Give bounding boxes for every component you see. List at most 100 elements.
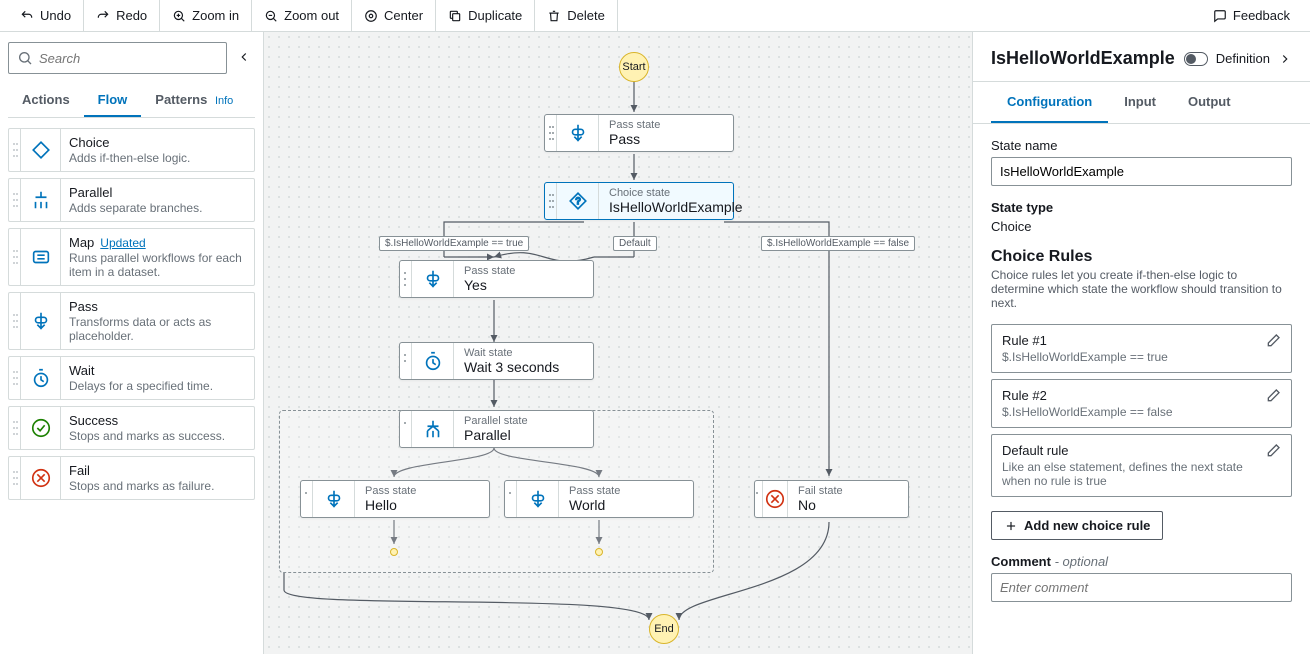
node-type: Fail state <box>798 485 898 497</box>
node-wait[interactable]: Wait stateWait 3 seconds <box>399 342 594 380</box>
delete-button[interactable]: Delete <box>535 0 618 31</box>
end-node[interactable]: End <box>649 614 679 644</box>
node-hello[interactable]: Pass stateHello <box>300 480 490 518</box>
flow-item-choice[interactable]: Choice Adds if-then-else logic. <box>8 128 255 172</box>
rule-box-2[interactable]: Default rule Like an else statement, def… <box>991 434 1292 497</box>
parallel-icon <box>21 179 61 221</box>
node-name: No <box>798 497 898 513</box>
state-name-input[interactable] <box>991 157 1292 186</box>
tab-output[interactable]: Output <box>1172 82 1247 123</box>
node-parallel[interactable]: Parallel stateParallel <box>399 410 594 448</box>
flow-item-success[interactable]: Success Stops and marks as success. <box>8 406 255 450</box>
node-choice[interactable]: ? Choice stateIsHelloWorldExample <box>544 182 734 220</box>
node-name: IsHelloWorldExample <box>609 199 723 215</box>
undo-button[interactable]: Undo <box>8 0 84 31</box>
wait-icon <box>412 343 454 379</box>
node-type: Pass state <box>365 485 479 497</box>
pass-icon <box>517 481 559 517</box>
panel-tabs: Configuration Input Output <box>973 82 1310 124</box>
flow-item-wait[interactable]: Wait Delays for a specified time. <box>8 356 255 400</box>
grip-icon <box>545 183 557 219</box>
inspector-panel: IsHelloWorldExample Definition Configura… <box>972 32 1310 654</box>
collapse-sidebar-button[interactable] <box>233 46 255 71</box>
branch-end-dot <box>595 548 603 556</box>
flow-item-desc: Runs parallel workflows for each item in… <box>69 251 246 279</box>
definition-toggle[interactable]: Definition <box>1184 51 1292 66</box>
node-yes[interactable]: Pass stateYes <box>399 260 594 298</box>
redo-button[interactable]: Redo <box>84 0 160 31</box>
flow-item-desc: Stops and marks as failure. <box>69 479 246 493</box>
tab-actions[interactable]: Actions <box>8 84 84 117</box>
node-no[interactable]: Fail stateNo <box>754 480 909 518</box>
feedback-button[interactable]: Feedback <box>1201 8 1302 23</box>
duplicate-icon <box>448 9 462 23</box>
add-rule-button[interactable]: Add new choice rule <box>991 511 1163 540</box>
fail-icon <box>21 457 61 499</box>
flow-item-map[interactable]: MapUpdated Runs parallel workflows for e… <box>8 228 255 286</box>
pass-icon <box>412 261 454 297</box>
grip-icon <box>9 407 21 449</box>
node-name: Yes <box>464 277 583 293</box>
map-icon <box>21 229 61 285</box>
comment-input[interactable] <box>991 573 1292 602</box>
flow-item-title: Success <box>69 413 246 428</box>
rule-box-0[interactable]: Rule #1 $.IsHelloWorldExample == true <box>991 324 1292 373</box>
center-button[interactable]: Center <box>352 0 436 31</box>
workflow-canvas[interactable]: Start Pass statePass ? Choice stateIsHel… <box>264 32 972 654</box>
flow-item-fail[interactable]: Fail Stops and marks as failure. <box>8 456 255 500</box>
flow-item-title: Parallel <box>69 185 246 200</box>
zoom-in-button[interactable]: Zoom in <box>160 0 252 31</box>
comment-optional: - optional <box>1055 554 1108 569</box>
edit-rule-button[interactable] <box>1265 443 1281 462</box>
tab-flow[interactable]: Flow <box>84 84 142 117</box>
flow-item-title: Wait <box>69 363 246 378</box>
node-name: Parallel <box>464 427 583 443</box>
grip-icon <box>9 179 21 221</box>
zoom-out-button[interactable]: Zoom out <box>252 0 352 31</box>
node-type: Pass state <box>609 119 723 131</box>
tab-configuration[interactable]: Configuration <box>991 82 1108 123</box>
toggle-switch[interactable] <box>1184 52 1208 66</box>
choice-icon <box>21 129 61 171</box>
duplicate-button[interactable]: Duplicate <box>436 0 535 31</box>
branch-end-dot <box>390 548 398 556</box>
grip-icon <box>9 293 21 349</box>
pencil-icon <box>1265 333 1281 349</box>
start-node[interactable]: Start <box>619 52 649 82</box>
edit-rule-button[interactable] <box>1265 388 1281 407</box>
search-input[interactable] <box>39 51 218 66</box>
rules-list: Rule #1 $.IsHelloWorldExample == true Ru… <box>991 324 1292 497</box>
parallel-icon <box>412 411 454 447</box>
grip-icon <box>400 343 412 379</box>
pass-icon <box>313 481 355 517</box>
rule-box-1[interactable]: Rule #2 $.IsHelloWorldExample == false <box>991 379 1292 428</box>
tab-input[interactable]: Input <box>1108 82 1172 123</box>
flow-item-parallel[interactable]: Parallel Adds separate branches. <box>8 178 255 222</box>
flow-item-title: Fail <box>69 463 246 478</box>
redo-icon <box>96 9 110 23</box>
pass-icon <box>557 115 599 151</box>
sidebar-tabs: Actions Flow Patterns Info <box>8 84 255 118</box>
pencil-icon <box>1265 388 1281 404</box>
edit-rule-button[interactable] <box>1265 333 1281 352</box>
node-type: Pass state <box>569 485 683 497</box>
undo-label: Undo <box>40 8 71 23</box>
updated-badge: Updated <box>100 236 145 250</box>
feedback-label: Feedback <box>1233 8 1290 23</box>
search-box[interactable] <box>8 42 227 74</box>
grip-icon <box>400 411 412 447</box>
tab-patterns-info[interactable]: Info <box>215 95 233 107</box>
node-type: Wait state <box>464 347 583 359</box>
zoom-out-label: Zoom out <box>284 8 339 23</box>
comment-label: Comment - optional <box>991 554 1292 569</box>
choice-rules-title: Choice Rules <box>991 248 1292 266</box>
add-rule-label: Add new choice rule <box>1024 518 1150 533</box>
node-world[interactable]: Pass stateWorld <box>504 480 694 518</box>
edge-label-false: $.IsHelloWorldExample == false <box>761 236 915 251</box>
pass-icon <box>21 293 61 349</box>
center-icon <box>364 9 378 23</box>
tab-patterns[interactable]: Patterns Info <box>141 84 247 117</box>
flow-item-pass[interactable]: Pass Transforms data or acts as placehol… <box>8 292 255 350</box>
search-icon <box>17 50 33 66</box>
node-pass[interactable]: Pass statePass <box>544 114 734 152</box>
